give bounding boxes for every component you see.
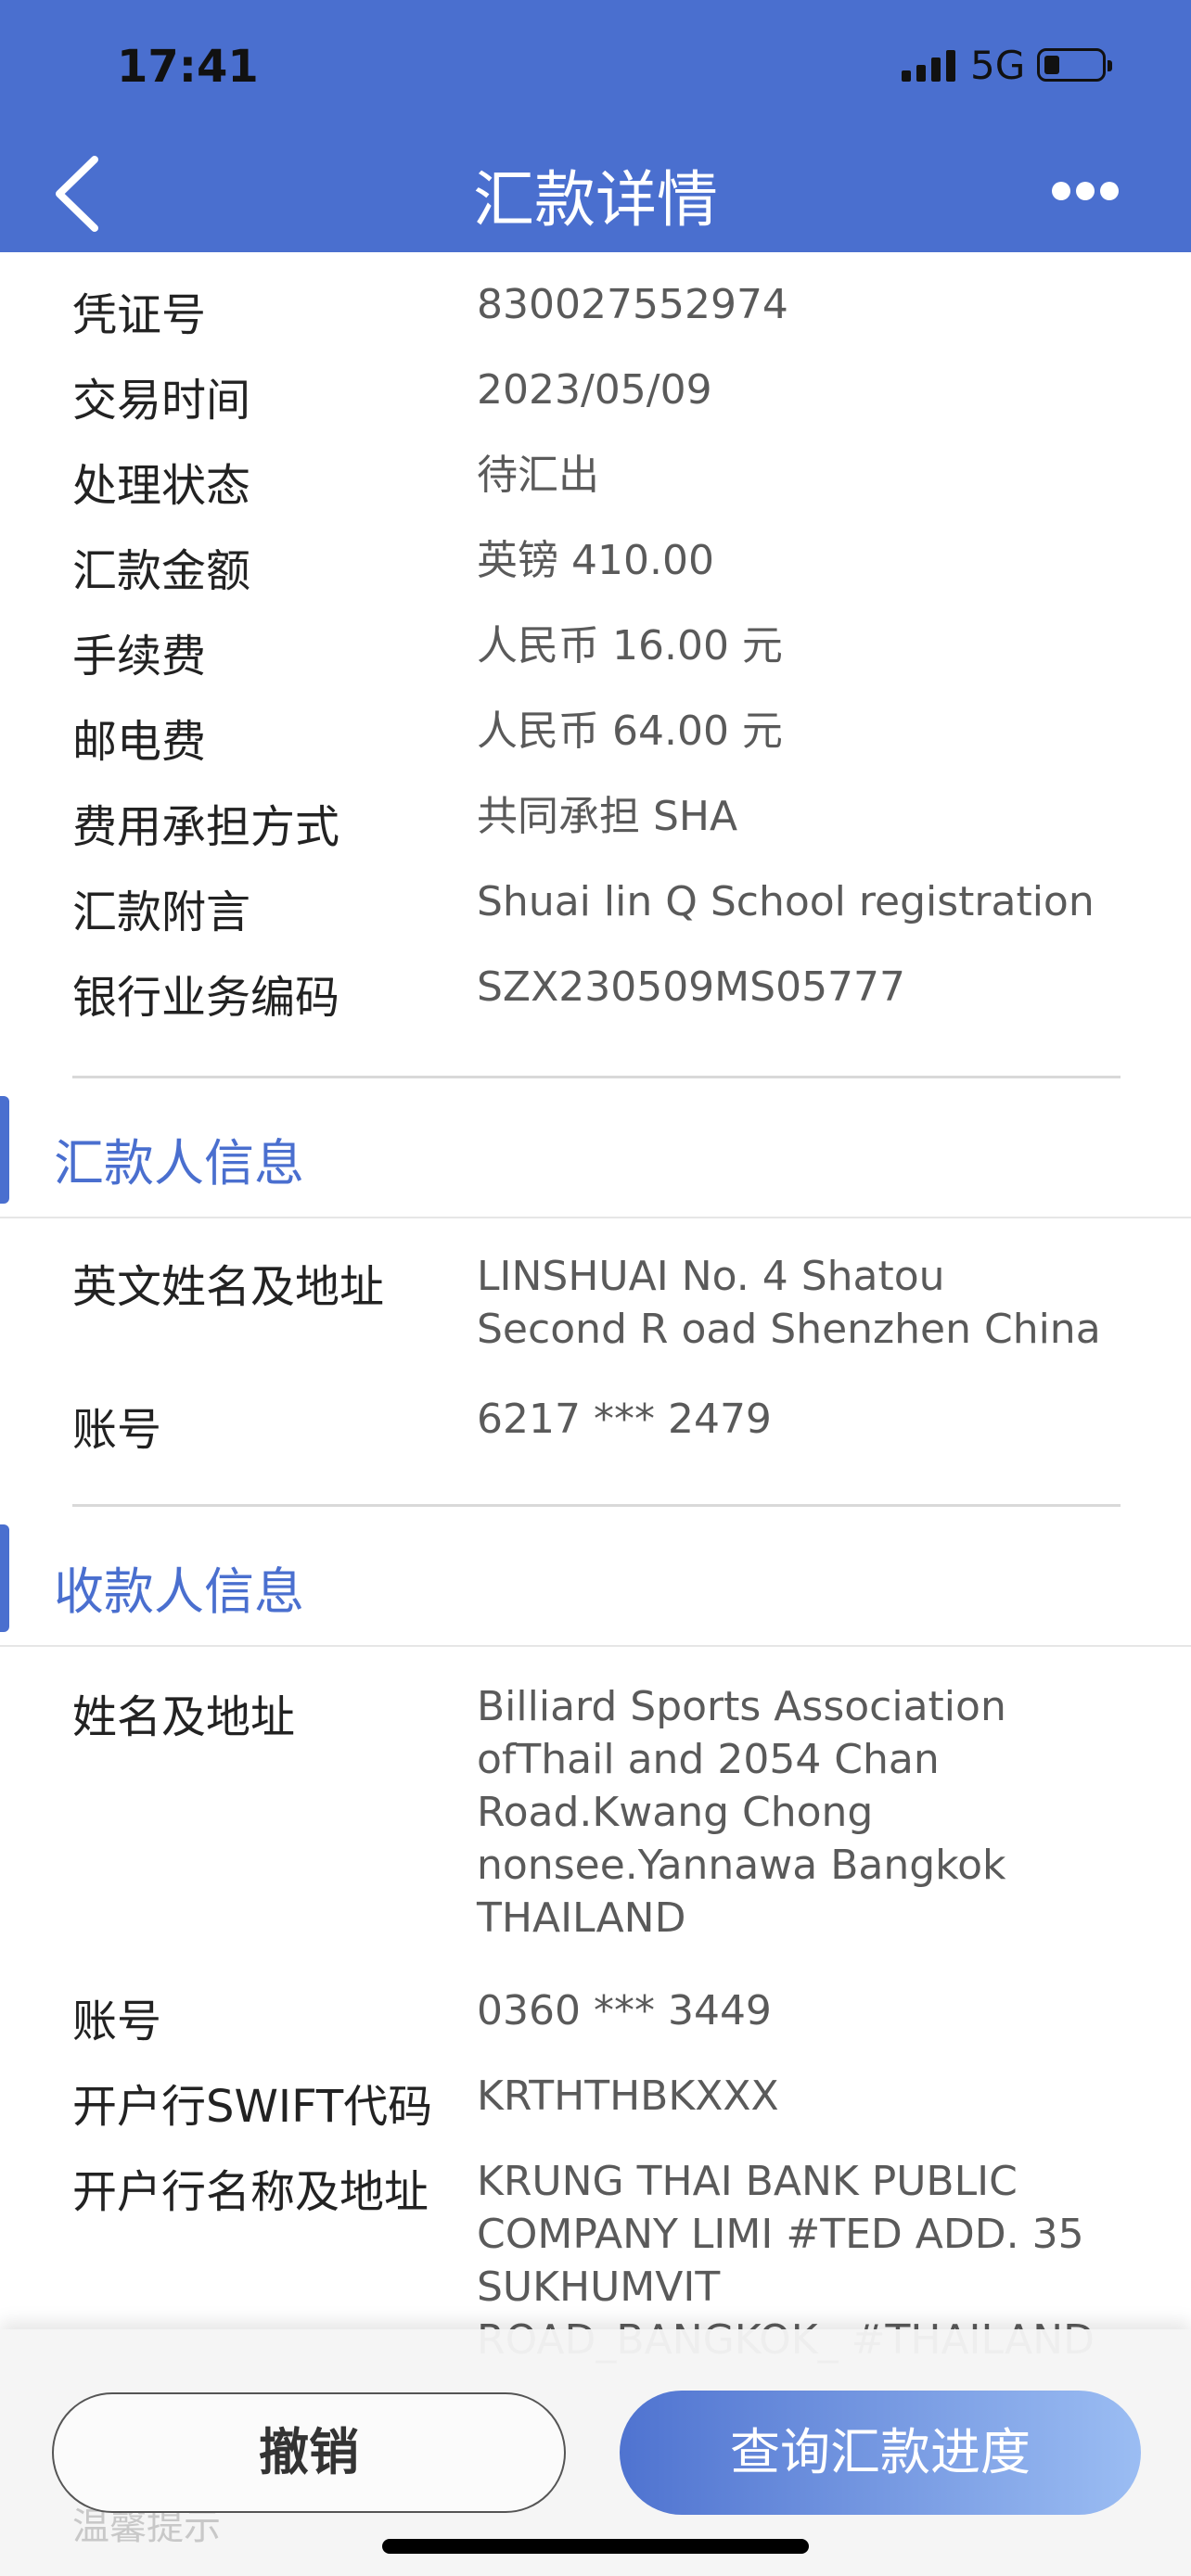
section-title: 汇款人信息 (54, 1134, 304, 1192)
detail-value: 0360 *** 3449 (477, 1987, 772, 2034)
divider (72, 1504, 1121, 1507)
divider (72, 1076, 1121, 1078)
detail-value: Billiard Sports Association ofThail and … (477, 1683, 1006, 1942)
more-icon[interactable] (1052, 182, 1119, 200)
detail-value: LINSHUAI No. 4 Shatou Second R oad Shenz… (477, 1253, 1101, 1353)
detail-label: 手续费 (72, 631, 207, 682)
section-accent-bar (0, 1096, 9, 1204)
detail-value: 待汇出 (477, 452, 599, 499)
battery-icon (1037, 48, 1112, 82)
detail-label: 处理状态 (72, 460, 251, 512)
detail-label: 汇款附言 (72, 886, 251, 938)
home-indicator (382, 2539, 809, 2554)
status-time: 17:41 (117, 41, 259, 93)
detail-label: 邮电费 (72, 716, 207, 768)
detail-value: 共同承担 SHA (477, 793, 738, 840)
section-payee-header: 收款人信息 (0, 1524, 1191, 1632)
detail-label: 账号 (72, 1996, 162, 2047)
section-title: 收款人信息 (54, 1562, 304, 1621)
section-divider (0, 1645, 1191, 1647)
detail-label: 汇款金额 (72, 545, 251, 597)
section-divider (0, 1217, 1191, 1218)
section-remitter-header: 汇款人信息 (0, 1096, 1191, 1204)
cancel-button[interactable]: 撤销 (52, 2392, 566, 2513)
detail-label: 姓名及地址 (72, 1691, 296, 1743)
detail-label: 开户行名称及地址 (72, 2166, 429, 2218)
detail-value: 830027552974 (477, 281, 788, 328)
detail-value: SZX230509MS05777 (477, 963, 906, 1011)
query-progress-button[interactable]: 查询汇款进度 (620, 2391, 1141, 2515)
detail-value: 2023/05/09 (477, 366, 712, 414)
detail-label: 交易时间 (72, 375, 251, 427)
section-accent-bar (0, 1524, 9, 1632)
detail-label: 开户行SWIFT代码 (72, 2081, 433, 2133)
signal-icon (902, 50, 959, 82)
detail-value: 6217 *** 2479 (477, 1396, 772, 1443)
detail-value: Shuai lin Q School registration (477, 878, 1095, 925)
detail-label: 账号 (72, 1404, 162, 1456)
network-label: 5G (970, 43, 1026, 88)
detail-label: 英文姓名及地址 (72, 1261, 385, 1313)
page-title: 汇款详情 (473, 164, 718, 236)
detail-value: 英镑 410.00 (477, 537, 714, 584)
top-header: 17:41 5G 汇款详情 (0, 0, 1191, 252)
nav-bar: 汇款详情 (0, 130, 1191, 252)
status-bar: 17:41 5G (0, 0, 1191, 130)
detail-value: 人民币 16.00 元 (477, 622, 783, 670)
detail-value: 人民币 64.00 元 (477, 708, 783, 755)
detail-label: 银行业务编码 (72, 972, 340, 1024)
detail-value: KRTHTHBKXXX (477, 2072, 779, 2120)
detail-label: 凭证号 (72, 289, 207, 341)
detail-label: 费用承担方式 (72, 801, 340, 853)
